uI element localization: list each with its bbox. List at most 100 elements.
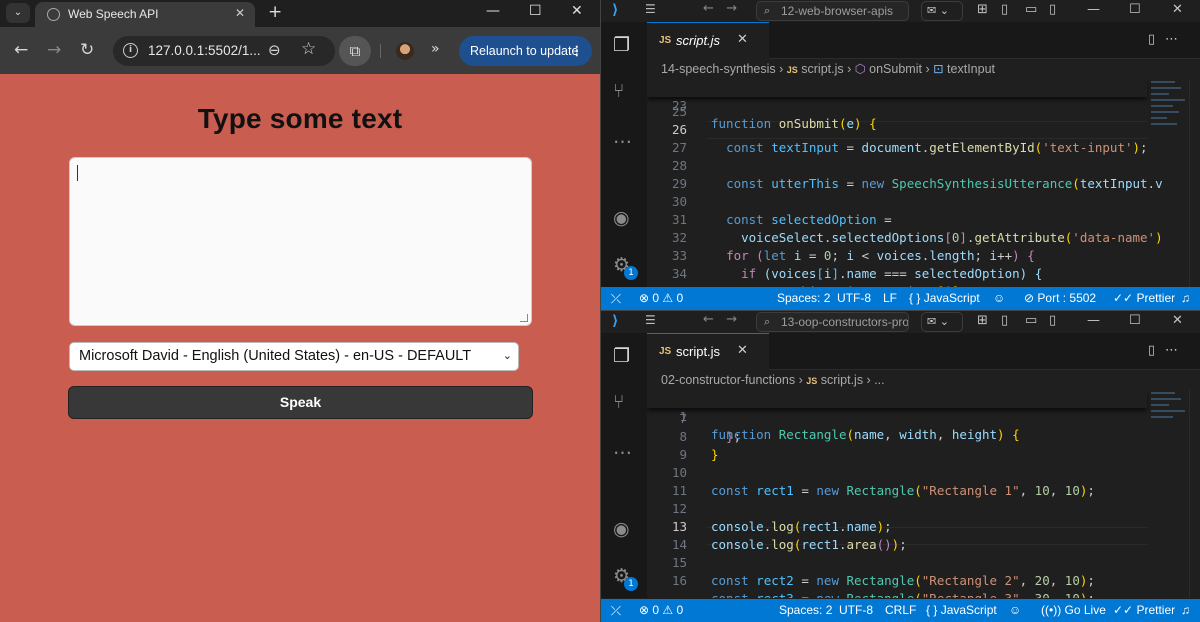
line-number: 16 — [671, 573, 687, 588]
sticky-scroll-line[interactable]: 1 function Rectangle(name, width, height… — [647, 390, 1147, 442]
editor-actions[interactable]: ▯⋯ — [1148, 32, 1188, 47]
speak-button[interactable]: Speak — [68, 386, 533, 419]
eol-status[interactable]: CRLF — [885, 599, 916, 622]
remote-icon[interactable]: ⤫ — [601, 599, 631, 622]
close-icon[interactable]: ✕ — [737, 32, 748, 47]
breadcrumb-folder[interactable]: 02-constructor-functions — [661, 373, 795, 387]
title-bar: ⟩ ☰ ← → ⌕ 12-web-browser-apis ✉ ⌄ ⊞ ▯ ▭ … — [601, 0, 1200, 22]
language-status[interactable]: { } JavaScript — [926, 599, 997, 622]
more-views-icon[interactable]: … — [613, 437, 632, 459]
voice-select[interactable]: Microsoft David - English (United States… — [69, 342, 519, 371]
close-icon[interactable]: ✕ — [235, 6, 245, 20]
close-window-icon[interactable]: ✕ — [1172, 2, 1183, 17]
relaunch-button[interactable]: Relaunch to update ⋮ — [459, 36, 592, 66]
explorer-icon[interactable]: ❐ — [613, 34, 630, 56]
extensions-icon[interactable]: ⧉ — [339, 36, 371, 66]
breadcrumb-folder[interactable]: 14-speech-synthesis — [661, 62, 776, 76]
relaunch-label: Relaunch to update — [470, 44, 579, 58]
star-icon[interactable]: ☆ — [301, 39, 316, 59]
toggle-secondary-icon[interactable]: ▯ — [1049, 2, 1056, 17]
new-tab-button[interactable]: + — [268, 2, 282, 22]
toggle-panel-icon[interactable]: ▭ — [1025, 313, 1037, 328]
toggle-sidebar-icon[interactable]: ▯ — [1001, 313, 1008, 328]
go-live-status[interactable]: ((•)) Go Live — [1041, 599, 1106, 622]
layout-icon[interactable]: ⊞ — [977, 2, 988, 17]
minimize-icon[interactable]: — — [1087, 313, 1100, 328]
minimap[interactable] — [1147, 79, 1189, 287]
accounts-icon[interactable]: ◉ — [613, 518, 630, 540]
notifications-icon[interactable]: ♫ — [1181, 287, 1190, 310]
maximize-icon[interactable]: ☐ — [529, 3, 542, 19]
source-control-icon[interactable]: ⑂ — [613, 391, 624, 413]
browser-tab-strip: ⌄ Web Speech API ✕ + — ☐ ✕ — [0, 0, 600, 27]
breadcrumb-variable[interactable]: textInput — [947, 62, 995, 76]
editor-actions[interactable]: ▯⋯ — [1148, 343, 1188, 358]
back-icon[interactable]: ← — [14, 40, 28, 60]
source-control-icon[interactable]: ⑂ — [613, 80, 624, 102]
encoding-status[interactable]: UTF-8 — [839, 599, 873, 622]
problems-status[interactable]: ⊗ 0 ⚠ 0 — [639, 599, 683, 622]
problems-status[interactable]: ⊗ 0 ⚠ 0 — [639, 287, 683, 310]
minimize-icon[interactable]: — — [1087, 2, 1100, 17]
accounts-icon[interactable]: ◉ — [613, 207, 630, 229]
close-icon[interactable]: ✕ — [737, 343, 748, 358]
maximize-icon[interactable]: ☐ — [1129, 2, 1141, 17]
code-editor[interactable]: 1 function Rectangle(name, width, height… — [647, 390, 1200, 598]
explorer-icon[interactable]: ❐ — [613, 345, 630, 367]
minimap[interactable] — [1147, 390, 1189, 598]
zoom-icon[interactable]: ⊖ — [268, 41, 281, 59]
copilot-status-icon[interactable]: ☺ — [993, 287, 1005, 310]
more-extensions-icon[interactable]: » — [431, 41, 440, 57]
reload-icon[interactable]: ↻ — [80, 40, 94, 60]
toggle-panel-icon[interactable]: ▭ — [1025, 2, 1037, 17]
text-input[interactable] — [69, 157, 532, 326]
indentation-status[interactable]: Spaces: 2 — [777, 287, 830, 310]
vertical-scrollbar[interactable] — [1189, 390, 1200, 598]
close-window-icon[interactable]: ✕ — [1172, 313, 1183, 328]
breadcrumb-more[interactable]: ... — [874, 373, 884, 387]
forward-icon[interactable]: → — [47, 40, 61, 60]
copilot-button[interactable]: ✉ ⌄ — [921, 1, 963, 21]
more-views-icon[interactable]: … — [613, 126, 632, 148]
resize-handle[interactable] — [520, 314, 528, 322]
code-editor[interactable]: 23 function onSubmit(e) { 25 26 const te… — [647, 79, 1200, 287]
prettier-status[interactable]: ✓✓ Prettier — [1113, 287, 1175, 310]
maximize-icon[interactable]: ☐ — [1129, 313, 1141, 328]
sticky-scroll-line[interactable]: 23 function onSubmit(e) { — [647, 79, 1147, 131]
toggle-secondary-icon[interactable]: ▯ — [1049, 313, 1056, 328]
notifications-icon[interactable]: ♫ — [1181, 599, 1190, 622]
encoding-status[interactable]: UTF-8 — [837, 287, 871, 310]
eol-status[interactable]: LF — [883, 287, 897, 310]
port-status[interactable]: ⊘ Port : 5502 — [1024, 287, 1096, 310]
indentation-status[interactable]: Spaces: 2 — [779, 599, 832, 622]
tab-script-js[interactable]: JS script.js ✕ — [647, 333, 769, 370]
nav-arrows[interactable]: ← → — [703, 1, 737, 16]
vertical-scrollbar[interactable] — [1189, 79, 1200, 287]
info-icon[interactable]: i — [123, 43, 138, 58]
tab-search-button[interactable]: ⌄ — [6, 3, 30, 23]
remote-icon[interactable]: ⤫ — [601, 287, 631, 310]
avatar[interactable] — [396, 42, 414, 60]
copilot-button[interactable]: ✉ ⌄ — [921, 312, 963, 332]
menu-icon[interactable]: ☰ — [645, 2, 656, 16]
breadcrumb-symbol[interactable]: onSubmit — [869, 62, 922, 76]
toggle-sidebar-icon[interactable]: ▯ — [1001, 2, 1008, 17]
more-icon[interactable]: ⋮ — [571, 36, 584, 66]
browser-tab[interactable]: Web Speech API ✕ — [35, 2, 255, 27]
minimize-icon[interactable]: — — [486, 3, 500, 19]
command-center-search[interactable]: ⌕ 13-oop-constructors-prototyp — [756, 312, 909, 332]
breadcrumb-file[interactable]: script.js — [801, 62, 843, 76]
command-center-search[interactable]: ⌕ 12-web-browser-apis — [756, 1, 909, 21]
nav-arrows[interactable]: ← → — [703, 312, 737, 327]
address-bar[interactable]: i 127.0.0.1:5502/1... ⊖ ☆ — [113, 36, 335, 66]
line-number: 33 — [671, 248, 687, 263]
menu-icon[interactable]: ☰ — [645, 313, 656, 327]
breadcrumb-file[interactable]: script.js — [821, 373, 863, 387]
close-window-icon[interactable]: ✕ — [571, 3, 583, 19]
tab-script-js[interactable]: JS script.js ✕ — [647, 22, 769, 59]
prettier-status[interactable]: ✓✓ Prettier — [1113, 599, 1175, 622]
language-status[interactable]: { } JavaScript — [909, 287, 980, 310]
language-label: JavaScript — [923, 291, 980, 305]
layout-icon[interactable]: ⊞ — [977, 313, 988, 328]
copilot-status-icon[interactable]: ☺ — [1009, 599, 1021, 622]
